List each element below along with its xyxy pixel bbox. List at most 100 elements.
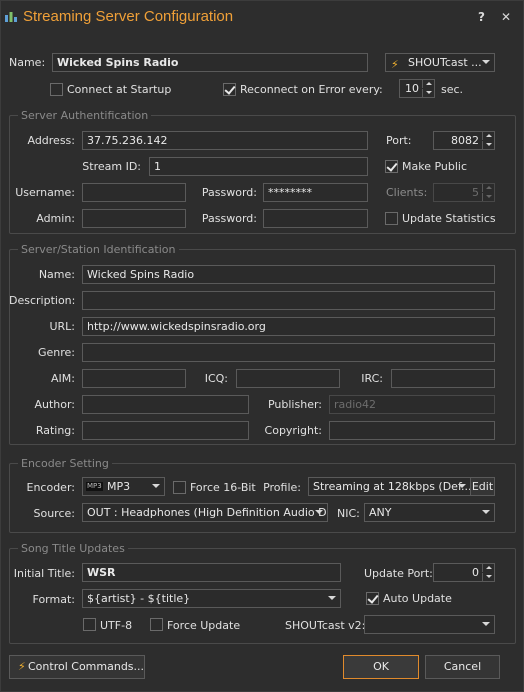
chevron-down-icon bbox=[482, 510, 490, 514]
ok-button[interactable]: OK bbox=[343, 655, 419, 679]
format-label: Format: bbox=[32, 593, 75, 606]
format-select[interactable]: ${artist} - ${title} bbox=[82, 589, 341, 608]
spin-down-icon[interactable] bbox=[482, 193, 494, 201]
help-button[interactable]: ? bbox=[478, 10, 485, 24]
encoder-group bbox=[9, 463, 516, 533]
sec-label: sec. bbox=[441, 83, 464, 96]
url-label: URL: bbox=[49, 320, 75, 333]
update-port-spinner[interactable]: 0 bbox=[433, 563, 495, 582]
chevron-down-icon bbox=[482, 60, 490, 64]
shoutcast-v2-select[interactable] bbox=[364, 615, 495, 634]
genre-label: Genre: bbox=[37, 346, 75, 359]
chevron-down-icon bbox=[458, 484, 466, 488]
spin-up-icon[interactable] bbox=[422, 80, 434, 88]
app-icon bbox=[4, 9, 18, 23]
icq-field[interactable] bbox=[236, 369, 340, 388]
username-field[interactable] bbox=[82, 183, 186, 202]
control-commands-label: Control Commands... bbox=[28, 660, 145, 673]
window-title: Streaming Server Configuration bbox=[23, 8, 234, 25]
make-public-checkbox[interactable] bbox=[385, 160, 398, 173]
force-16bit-label: Force 16-Bit bbox=[190, 481, 256, 494]
rating-field[interactable] bbox=[82, 421, 249, 440]
force-16bit-checkbox[interactable] bbox=[173, 481, 186, 494]
encoder-group-title: Encoder Setting bbox=[18, 457, 112, 470]
password-label: Password: bbox=[201, 186, 257, 199]
aim-field[interactable] bbox=[82, 369, 186, 388]
chevron-down-icon bbox=[328, 596, 336, 600]
connect-startup-checkbox[interactable] bbox=[50, 83, 63, 96]
author-field[interactable] bbox=[82, 395, 249, 414]
source-label: Source: bbox=[33, 507, 76, 520]
profile-select[interactable]: Streaming at 128kbps (Def... bbox=[308, 477, 471, 496]
cancel-button[interactable]: Cancel bbox=[425, 655, 500, 679]
server-type-select[interactable]: ⚡ SHOUTcast ... bbox=[385, 53, 495, 72]
lightning-icon: ⚡ bbox=[18, 660, 26, 673]
station-name-field[interactable]: Wicked Spins Radio bbox=[82, 265, 495, 284]
config-dialog: Streaming Server Configuration ? ✕ Name:… bbox=[0, 0, 524, 692]
admin-field[interactable] bbox=[82, 209, 186, 228]
spin-down-icon[interactable] bbox=[482, 141, 494, 149]
stream-id-field[interactable]: 1 bbox=[149, 157, 368, 176]
spin-up-icon[interactable] bbox=[482, 184, 494, 192]
initial-title-label: Initial Title: bbox=[13, 567, 75, 580]
auto-update-label: Auto Update bbox=[383, 592, 452, 605]
encoder-select[interactable]: MP3 MP3 bbox=[82, 477, 165, 496]
clients-spinner[interactable]: 5 bbox=[433, 183, 495, 202]
password2-field[interactable] bbox=[263, 209, 368, 228]
port-spinner[interactable]: 8082 bbox=[433, 131, 495, 150]
name-field[interactable]: Wicked Spins Radio bbox=[52, 53, 368, 72]
source-value: OUT : Headphones (High Definition Audio … bbox=[87, 506, 328, 519]
spin-up-icon[interactable] bbox=[482, 132, 494, 140]
publisher-label: Publisher: bbox=[267, 398, 322, 411]
port-value: 8082 bbox=[451, 134, 479, 147]
utf8-label: UTF-8 bbox=[100, 619, 133, 632]
source-select[interactable]: OUT : Headphones (High Definition Audio … bbox=[82, 503, 328, 522]
genre-field[interactable] bbox=[82, 343, 495, 362]
password-field[interactable]: ******** bbox=[263, 183, 368, 202]
copyright-label: Copyright: bbox=[264, 424, 322, 437]
format-value: ${artist} - ${title} bbox=[87, 592, 191, 605]
nic-select[interactable]: ANY bbox=[364, 503, 495, 522]
irc-field[interactable] bbox=[391, 369, 495, 388]
url-field[interactable]: http://www.wickedspinsradio.org bbox=[82, 317, 495, 336]
initial-title-field[interactable]: WSR bbox=[82, 563, 341, 582]
spin-down-icon[interactable] bbox=[482, 573, 494, 581]
reconnect-seconds-spinner[interactable]: 10 bbox=[399, 79, 435, 98]
auto-update-checkbox[interactable] bbox=[366, 592, 379, 605]
admin-label: Admin: bbox=[36, 212, 75, 225]
description-field[interactable] bbox=[82, 291, 495, 310]
nic-value: ANY bbox=[369, 506, 392, 519]
make-public-label: Make Public bbox=[402, 160, 468, 173]
address-label: Address: bbox=[27, 134, 75, 147]
close-button[interactable]: ✕ bbox=[501, 10, 511, 24]
address-field[interactable]: 37.75.236.142 bbox=[82, 131, 368, 150]
shoutcast-v2-label: SHOUTcast v2: bbox=[285, 619, 366, 632]
chevron-down-icon bbox=[315, 510, 323, 514]
edit-profile-button[interactable]: Edit bbox=[470, 477, 495, 496]
auth-group-title: Server Authentification bbox=[18, 109, 152, 122]
chevron-down-icon bbox=[152, 484, 160, 488]
update-port-value: 0 bbox=[472, 566, 479, 579]
force-update-checkbox[interactable] bbox=[150, 618, 163, 631]
username-label: Username: bbox=[15, 186, 75, 199]
ident-group-title: Server/Station Identification bbox=[18, 243, 179, 256]
update-statistics-label: Update Statistics bbox=[402, 212, 496, 225]
encoder-label: Encoder: bbox=[26, 481, 76, 494]
stream-id-label: Stream ID: bbox=[82, 160, 141, 173]
publisher-field[interactable]: radio42 bbox=[329, 395, 495, 414]
name-label: Name: bbox=[9, 56, 46, 69]
mp3-icon: MP3 bbox=[86, 482, 103, 491]
force-update-label: Force Update bbox=[167, 619, 241, 632]
spin-down-icon[interactable] bbox=[422, 89, 434, 97]
update-statistics-checkbox[interactable] bbox=[385, 212, 398, 225]
chevron-down-icon bbox=[482, 622, 490, 626]
utf8-checkbox[interactable] bbox=[83, 618, 96, 631]
control-commands-button[interactable]: ⚡ Control Commands... bbox=[9, 655, 145, 679]
reconnect-label: Reconnect on Error every: bbox=[240, 83, 383, 96]
reconnect-checkbox[interactable] bbox=[223, 83, 236, 96]
icq-label: ICQ: bbox=[204, 372, 228, 385]
copyright-field[interactable] bbox=[329, 421, 495, 440]
irc-label: IRC: bbox=[361, 372, 383, 385]
profile-label: Profile: bbox=[263, 481, 301, 494]
spin-up-icon[interactable] bbox=[482, 564, 494, 572]
